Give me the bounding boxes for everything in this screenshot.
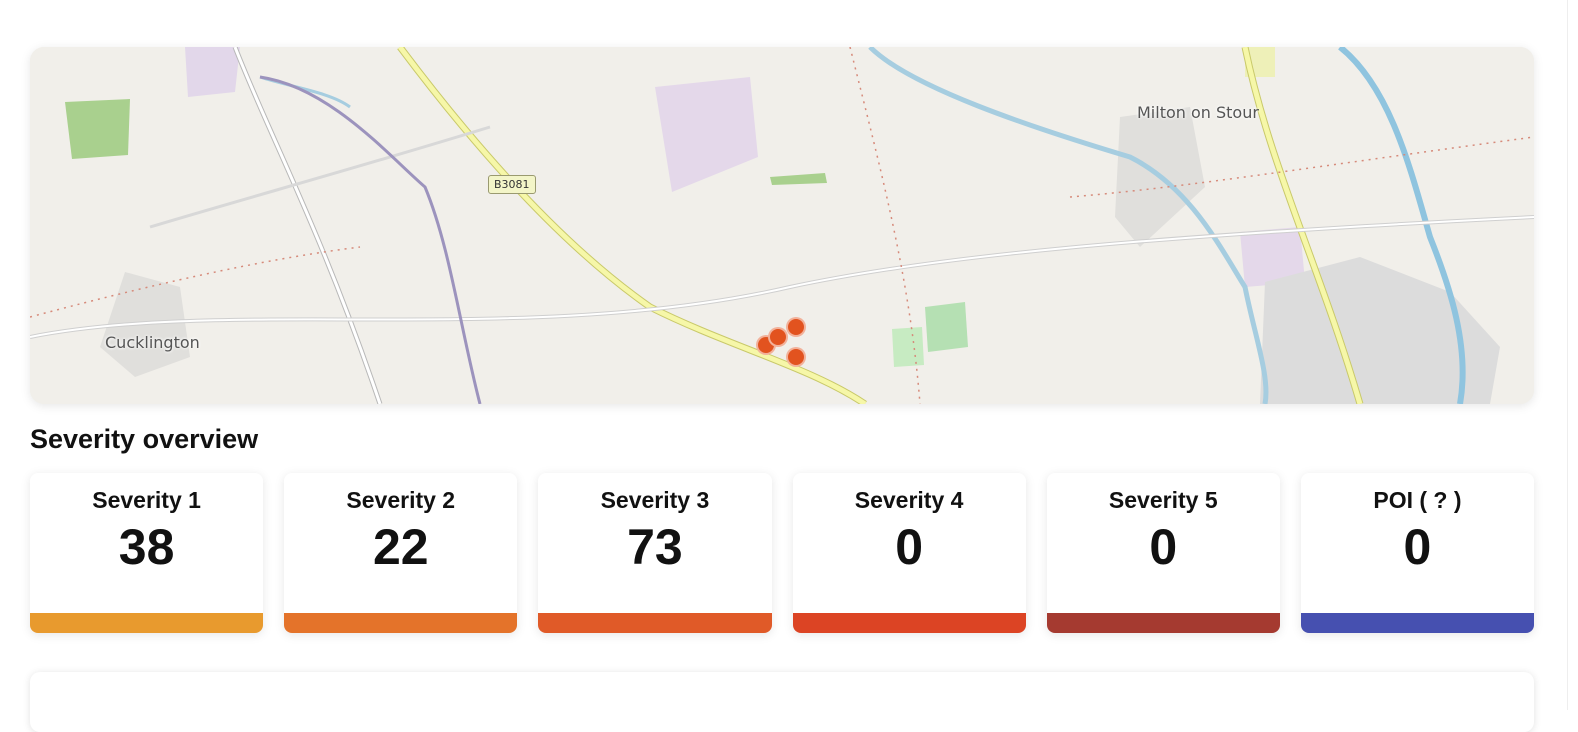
card-value: 0 <box>1149 519 1178 575</box>
severity-color-bar <box>538 613 772 633</box>
next-panel <box>30 672 1534 732</box>
card-label: Severity 1 <box>92 487 201 513</box>
severity-card[interactable]: Severity 5 0 <box>1046 473 1280 633</box>
incident-marker[interactable] <box>786 347 806 367</box>
place-label: Milton on Stour <box>1137 103 1259 122</box>
card-label: Severity 3 <box>600 487 710 513</box>
severity-cards: Severity 1 38 Severity 2 22 Severity 3 7… <box>30 473 1535 633</box>
map-view[interactable]: Cucklington Milton on Stour B3081 <box>30 47 1534 404</box>
incident-marker[interactable] <box>768 327 788 347</box>
map-tiles <box>30 47 1534 404</box>
card-value: 22 <box>372 519 429 575</box>
card-label: Severity 5 <box>1108 487 1218 513</box>
incident-marker[interactable] <box>786 317 806 337</box>
severity-color-bar <box>30 613 264 633</box>
severity-card[interactable]: Severity 4 0 <box>792 473 1026 633</box>
poi-card[interactable]: POI ( ? ) 0 <box>1300 473 1535 633</box>
card-label: Severity 4 <box>854 487 964 513</box>
severity-card[interactable]: Severity 1 38 <box>30 473 264 633</box>
severity-card[interactable]: Severity 3 73 <box>538 473 772 633</box>
section-title: Severity overview <box>30 424 259 454</box>
severity-color-bar <box>792 613 1026 633</box>
card-value: 38 <box>118 519 175 575</box>
road-badge: B3081 <box>488 175 536 194</box>
card-value: 0 <box>895 519 923 575</box>
place-label: Cucklington <box>105 333 200 352</box>
card-value: 73 <box>627 519 683 575</box>
severity-color-bar <box>284 613 518 633</box>
card-value: 0 <box>1403 519 1432 575</box>
poi-color-bar <box>1300 613 1535 633</box>
page-scrollbar[interactable] <box>1567 0 1578 710</box>
severity-card[interactable]: Severity 2 22 <box>284 473 518 633</box>
card-label: POI ( ? ) <box>1373 487 1462 513</box>
severity-color-bar <box>1046 613 1280 633</box>
card-label: Severity 2 <box>346 487 456 513</box>
